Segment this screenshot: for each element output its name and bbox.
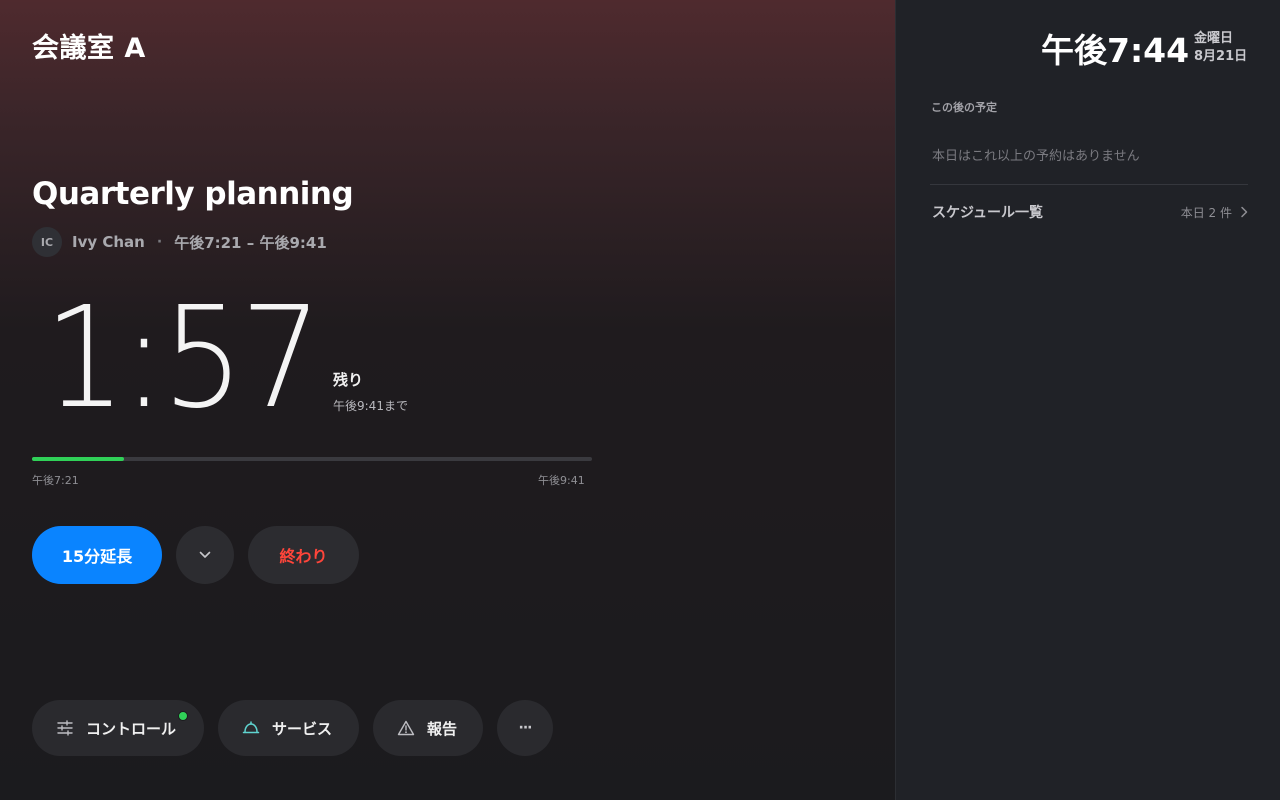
controls-label: コントロール [86,719,177,738]
service-label: サービス [272,719,333,738]
meeting-time-range: 午後7:21 – 午後9:41 [174,233,327,252]
schedule-count: 本日 2 件 [1180,205,1232,220]
progress-start-time: 午後7:21 [32,474,79,487]
more-options-button[interactable]: ··· [497,700,553,756]
organizer-row: IC Ivy Chan · 午後7:21 – 午後9:41 [32,227,327,257]
day-of-week: 金曜日 [1194,31,1234,46]
schedule-meta: 本日 2 件 [1181,204,1248,221]
current-time: 午後7:44 [1041,31,1190,70]
controls-status-dot [178,711,188,721]
warning-triangle-icon [397,720,415,736]
sliders-icon [56,720,74,736]
separator-dot: · [156,234,163,250]
service-bell-icon [242,720,260,736]
report-label: 報告 [427,719,458,738]
meeting-title: Quarterly planning [32,176,354,212]
schedule-label: スケジュール一覧 [932,205,1044,221]
countdown-timer: 1:57 [44,277,322,440]
chevron-down-icon [199,551,211,559]
upcoming-heading: この後の予定 [931,101,997,114]
extend-options-button[interactable] [176,526,234,584]
end-meeting-button[interactable]: 終わり [248,526,359,584]
upcoming-empty-message: 本日はこれ以上の予約はありません [932,149,1140,164]
controls-button[interactable]: コントロール [32,700,204,756]
chevron-right-icon [1240,206,1248,218]
divider [930,184,1248,185]
until-label: 午後9:41まで [333,399,408,413]
organizer-name: Ivy Chan [72,233,145,251]
avatar: IC [32,227,62,257]
more-dots-icon: ··· [518,720,533,736]
schedule-list-link[interactable]: スケジュール一覧 本日 2 件 [930,196,1248,228]
service-button[interactable]: サービス [218,700,359,756]
report-button[interactable]: 報告 [373,700,483,756]
sidebar [895,0,1280,800]
main-panel: 会議室 A Quarterly planning IC Ivy Chan · 午… [0,0,895,800]
progress-end-time: 午後9:41 [538,474,585,487]
meeting-progress-bar [32,457,592,461]
room-name: 会議室 A [32,33,146,64]
extend-button[interactable]: 15分延長 [32,526,162,584]
meeting-progress-fill [32,457,124,461]
remaining-label: 残り [333,371,364,389]
current-date: 8月21日 [1194,49,1248,64]
